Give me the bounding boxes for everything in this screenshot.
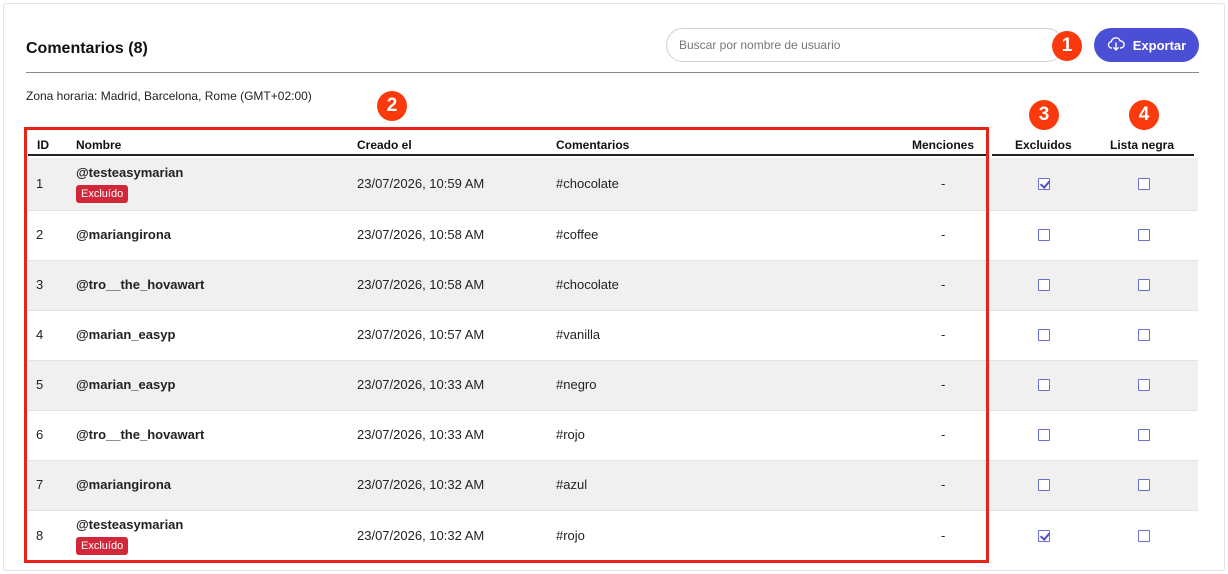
row-username: @mariangirona [76, 227, 172, 242]
column-header-blacklist: Lista negra [1110, 138, 1175, 152]
export-label: Exportar [1132, 37, 1187, 53]
row-created-date: 23/07/2026, 10:57 AM [357, 327, 485, 342]
blacklist-checkbox[interactable] [1138, 178, 1150, 190]
row-mentions: - [941, 427, 946, 442]
cloud-download-icon [1107, 36, 1125, 54]
blacklist-checkbox[interactable] [1138, 479, 1150, 491]
blacklist-checkbox[interactable] [1138, 229, 1150, 241]
row-mentions: - [941, 176, 946, 191]
search-input[interactable] [666, 28, 1064, 62]
row-mentions: - [941, 528, 946, 543]
column-header-mentions: Menciones [912, 138, 975, 152]
row-username: @tro__the_hovawart [76, 427, 205, 442]
row-username: @mariangirona [76, 477, 172, 492]
column-header-excluded: Excluidos [1015, 138, 1072, 152]
page-title: Comentarios (8) [26, 40, 148, 57]
annotation-marker-1: 1 [1052, 31, 1082, 61]
row-comment: #rojo [556, 528, 585, 543]
row-id: 1 [36, 176, 44, 191]
row-created-date: 23/07/2026, 10:58 AM [357, 277, 485, 292]
row-created-date: 23/07/2026, 10:33 AM [357, 427, 485, 442]
table-row [28, 360, 1198, 410]
row-comment: #chocolate [556, 277, 619, 292]
annotation-marker-3: 3 [1029, 100, 1059, 130]
row-divider [28, 310, 1198, 311]
row-divider [28, 260, 1198, 261]
excluded-checkbox[interactable] [1038, 479, 1050, 491]
row-id: 5 [36, 377, 44, 392]
blacklist-checkbox[interactable] [1138, 279, 1150, 291]
row-comment: #azul [556, 477, 588, 492]
row-username: @testeasymarian [76, 165, 184, 180]
row-mentions: - [941, 377, 946, 392]
row-id: 2 [36, 227, 44, 242]
row-created-date: 23/07/2026, 10:58 AM [357, 227, 485, 242]
row-created-date: 23/07/2026, 10:32 AM [357, 528, 485, 543]
row-divider [28, 410, 1198, 411]
excluded-header-divider [992, 154, 1094, 156]
timezone-label: Zona horaria: Madrid, Barcelona, Rome (G… [26, 89, 312, 103]
row-mentions: - [941, 477, 946, 492]
row-id: 8 [36, 528, 44, 543]
column-header-name: Nombre [76, 138, 122, 152]
row-id: 6 [36, 427, 44, 442]
row-username: @testeasymarian [76, 517, 184, 532]
row-id: 3 [36, 277, 44, 292]
annotation-marker-2: 2 [377, 91, 407, 121]
table-row [28, 510, 1198, 562]
column-header-comments: Comentarios [556, 138, 630, 152]
row-created-date: 23/07/2026, 10:32 AM [357, 477, 485, 492]
column-header-id: ID [37, 138, 49, 152]
excluded-checkbox[interactable] [1038, 329, 1050, 341]
blacklist-checkbox[interactable] [1138, 530, 1150, 542]
blacklist-checkbox[interactable] [1138, 329, 1150, 341]
row-comment: #chocolate [556, 176, 619, 191]
blacklist-header-divider [1094, 154, 1194, 156]
row-username: @marian_easyp [76, 377, 176, 392]
excluded-checkbox[interactable] [1038, 279, 1050, 291]
excluded-checkbox[interactable] [1038, 429, 1050, 441]
row-divider [28, 360, 1198, 361]
row-mentions: - [941, 227, 946, 242]
row-comment: #negro [556, 377, 597, 392]
table-row [28, 310, 1198, 360]
row-mentions: - [941, 277, 946, 292]
table-row [28, 210, 1198, 260]
row-comment: #rojo [556, 427, 585, 442]
blacklist-checkbox[interactable] [1138, 379, 1150, 391]
excluded-checkbox[interactable] [1038, 530, 1050, 542]
row-divider [28, 460, 1198, 461]
row-mentions: - [941, 327, 946, 342]
excluded-checkbox[interactable] [1038, 229, 1050, 241]
row-comment: #vanilla [556, 327, 601, 342]
annotation-marker-4: 4 [1129, 100, 1159, 130]
row-divider [28, 510, 1198, 511]
row-created-date: 23/07/2026, 10:33 AM [357, 377, 485, 392]
row-username: @tro__the_hovawart [76, 277, 205, 292]
excluded-checkbox[interactable] [1038, 379, 1050, 391]
row-username: @marian_easyp [76, 327, 176, 342]
row-id: 4 [36, 327, 44, 342]
table-header-divider [28, 154, 986, 156]
row-created-date: 23/07/2026, 10:59 AM [357, 176, 485, 191]
table-row [28, 460, 1198, 510]
blacklist-checkbox[interactable] [1138, 429, 1150, 441]
excluded-badge: Excluído [76, 537, 129, 555]
header-divider [26, 72, 1199, 73]
export-button[interactable]: Exportar [1094, 28, 1199, 62]
column-header-created: Creado el [357, 138, 412, 152]
excluded-checkbox[interactable] [1038, 178, 1050, 190]
excluded-badge: Excluído [76, 185, 129, 203]
row-id: 7 [36, 477, 44, 492]
row-comment: #coffee [556, 227, 599, 242]
row-divider [28, 210, 1198, 211]
